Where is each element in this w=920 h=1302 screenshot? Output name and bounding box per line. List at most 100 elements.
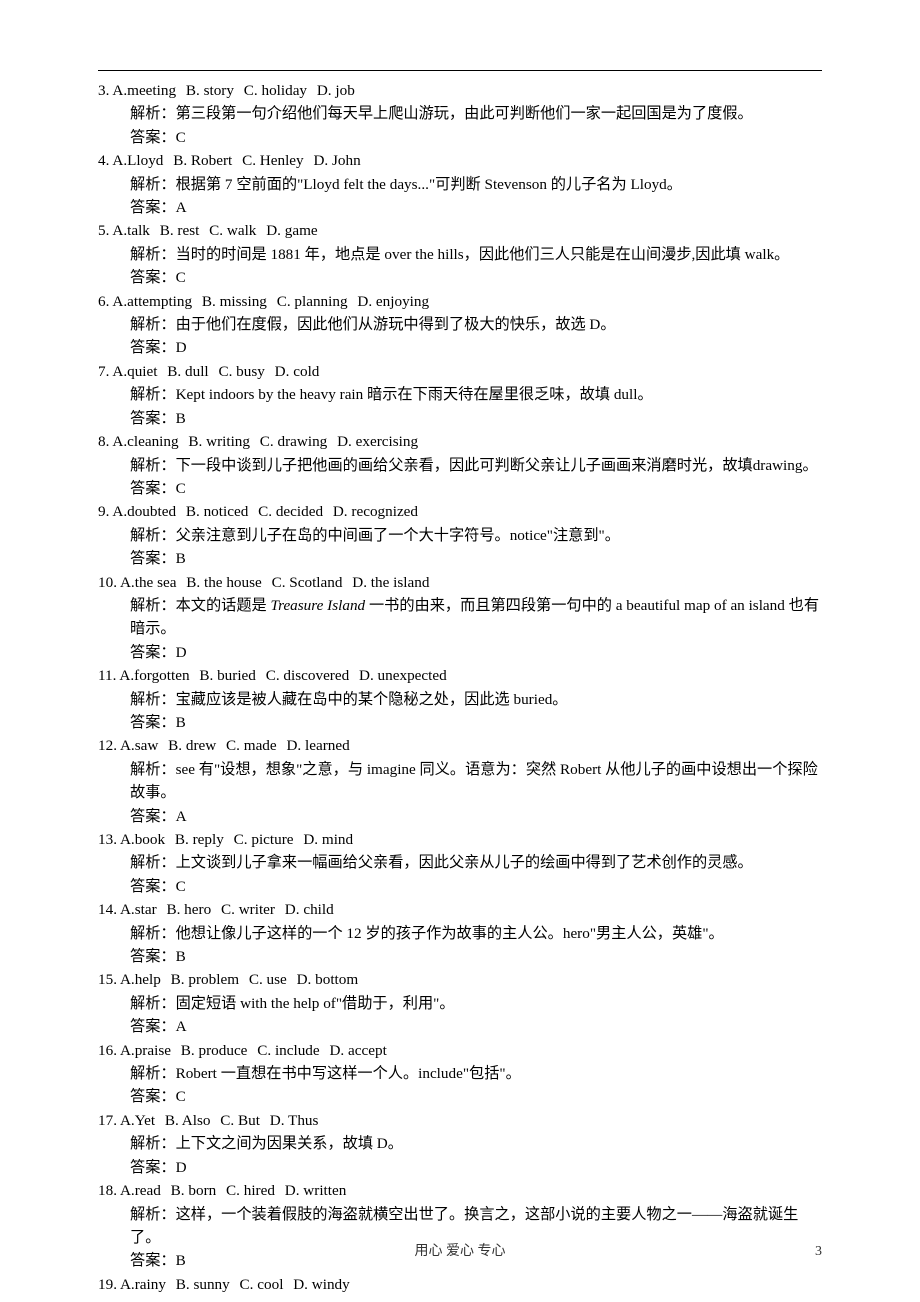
option: B. story <box>186 82 234 99</box>
option: B. dull <box>167 363 208 380</box>
option: C. picture <box>234 831 294 848</box>
option: A.cleaning <box>112 433 178 450</box>
option: C. made <box>226 737 277 754</box>
option: D. child <box>285 901 334 918</box>
explanation-text: 解析：Robert 一直想在书中写这样一个人。include"包括"。 <box>98 1062 822 1085</box>
question-options-line: 11. A.forgotten B. buried C. discovered … <box>98 664 822 687</box>
question-options-line: 3. A.meeting B. story C. holiday D. job <box>98 79 822 102</box>
question-options-line: 4. A.Lloyd B. Robert C. Henley D. John <box>98 149 822 172</box>
question-options-line: 15. A.help B. problem C. use D. bottom <box>98 968 822 991</box>
option: B. born <box>171 1182 217 1199</box>
page-footer: 用心 爱心 专心 <box>0 1240 920 1260</box>
question-item: 10. A.the sea B. the house C. Scotland D… <box>98 571 822 665</box>
explanation-text: 解析：当时的时间是 1881 年，地点是 over the hills，因此他们… <box>98 243 822 266</box>
option: B. produce <box>181 1042 248 1059</box>
question-item: 5. A.talk B. rest C. walk D. game解析：当时的时… <box>98 219 822 289</box>
answer-text: 答案：D <box>98 641 822 664</box>
option: C. use <box>249 971 287 988</box>
option: A.meeting <box>112 82 176 99</box>
option: C. cool <box>240 1276 284 1293</box>
question-item: 9. A.doubted B. noticed C. decided D. re… <box>98 500 822 570</box>
horizontal-rule <box>98 70 822 71</box>
question-item: 12. A.saw B. drew C. made D. learned解析：s… <box>98 734 822 828</box>
option: A.saw <box>120 737 158 754</box>
items-container: 3. A.meeting B. story C. holiday D. job 解… <box>98 79 822 1296</box>
option: C. busy <box>218 363 264 380</box>
option: D. the island <box>352 574 429 591</box>
question-number: 16. <box>98 1042 117 1059</box>
option: D. written <box>285 1182 347 1199</box>
question-item: 17. A.Yet B. Also C. But D. Thus解析：上下文之间… <box>98 1109 822 1179</box>
option: A.praise <box>120 1042 171 1059</box>
explanation-text: 解析：由于他们在度假，因此他们从游玩中得到了极大的快乐，故选 D。 <box>98 313 822 336</box>
option: D. Thus <box>270 1112 319 1129</box>
option: C. planning <box>277 293 348 310</box>
question-options-line: 19. A.rainy B. sunny C. cool D. windy <box>98 1273 822 1296</box>
option: C. decided <box>258 503 323 520</box>
answer-text: 答案：A <box>98 805 822 828</box>
option: D. unexpected <box>359 667 447 684</box>
question-number: 4. <box>98 152 109 169</box>
option: D. bottom <box>297 971 359 988</box>
option: C. hired <box>226 1182 275 1199</box>
question-number: 14. <box>98 901 117 918</box>
question-number: 17. <box>98 1112 117 1129</box>
question-number: 11. <box>98 667 116 684</box>
option: B. reply <box>175 831 224 848</box>
explanation-text: 解析：父亲注意到儿子在岛的中间画了一个大十字符号。notice"注意到"。 <box>98 524 822 547</box>
question-number: 10. <box>98 574 117 591</box>
question-options-line: 5. A.talk B. rest C. walk D. game <box>98 219 822 242</box>
option: D. game <box>266 222 317 239</box>
question-options-line: 8. A.cleaning B. writing C. drawing D. e… <box>98 430 822 453</box>
question-number: 5. <box>98 222 109 239</box>
question-options-line: 17. A.Yet B. Also C. But D. Thus <box>98 1109 822 1132</box>
question-item: 3. A.meeting B. story C. holiday D. job解… <box>98 79 822 149</box>
question-options-line: 10. A.the sea B. the house C. Scotland D… <box>98 571 822 594</box>
question-number: 18. <box>98 1182 117 1199</box>
question-number: 7. <box>98 363 109 380</box>
question-item: 19. A.rainy B. sunny C. cool D. windy <box>98 1273 822 1296</box>
page-number: 3 <box>815 1244 822 1260</box>
explanation-text: 解析：本文的话题是 Treasure Island 一书的由来，而且第四段第一句… <box>98 594 822 641</box>
question-options-line: 18. A.read B. born C. hired D. written <box>98 1179 822 1202</box>
option: A.talk <box>112 222 150 239</box>
option: D. mind <box>303 831 353 848</box>
answer-text: 答案：C <box>98 266 822 289</box>
answer-text: 答案：D <box>98 1156 822 1179</box>
option: A.doubted <box>112 503 176 520</box>
answer-text: 答案：C <box>98 875 822 898</box>
option: D. cold <box>275 363 320 380</box>
question-options-line: 7. A.quiet B. dull C. busy D. cold <box>98 360 822 383</box>
question-item: 13. A.book B. reply C. picture D. mind解析… <box>98 828 822 898</box>
option: A.Lloyd <box>112 152 163 169</box>
answer-text: 答案：C <box>98 1085 822 1108</box>
option: A.quiet <box>112 363 157 380</box>
option: D. recognized <box>333 503 418 520</box>
option: B. hero <box>166 901 211 918</box>
option: C. But <box>220 1112 260 1129</box>
answer-text: 答案：C <box>98 126 822 149</box>
option: D. exercising <box>337 433 418 450</box>
option: B. Also <box>165 1112 211 1129</box>
question-number: 12. <box>98 737 117 754</box>
answer-text: 答案：C <box>98 477 822 500</box>
explanation-text: 解析：下一段中谈到儿子把他画的画给父亲看，因此可判断父亲让儿子画画来消磨时光，故… <box>98 454 822 477</box>
explanation-text: 解析：Kept indoors by the heavy rain 暗示在下雨天… <box>98 383 822 406</box>
option: B. writing <box>188 433 250 450</box>
question-item: 7. A.quiet B. dull C. busy D. cold解析：Kep… <box>98 360 822 430</box>
question-number: 3. <box>98 82 109 99</box>
answer-text: 答案：B <box>98 711 822 734</box>
answer-text: 答案：A <box>98 196 822 219</box>
question-item: 6. A.attempting B. missing C. planning D… <box>98 290 822 360</box>
question-number: 19. <box>98 1276 117 1293</box>
option: A.Yet <box>120 1112 155 1129</box>
answer-text: 答案：B <box>98 407 822 430</box>
option: D. John <box>313 152 360 169</box>
option: A.attempting <box>112 293 192 310</box>
option: A.rainy <box>120 1276 166 1293</box>
option: C. holiday <box>244 82 307 99</box>
option: C. writer <box>221 901 275 918</box>
option: A.help <box>120 971 161 988</box>
question-item: 14. A.star B. hero C. writer D. child解析：… <box>98 898 822 968</box>
explanation-text: 解析：上文谈到儿子拿来一幅画给父亲看，因此父亲从儿子的绘画中得到了艺术创作的灵感… <box>98 851 822 874</box>
